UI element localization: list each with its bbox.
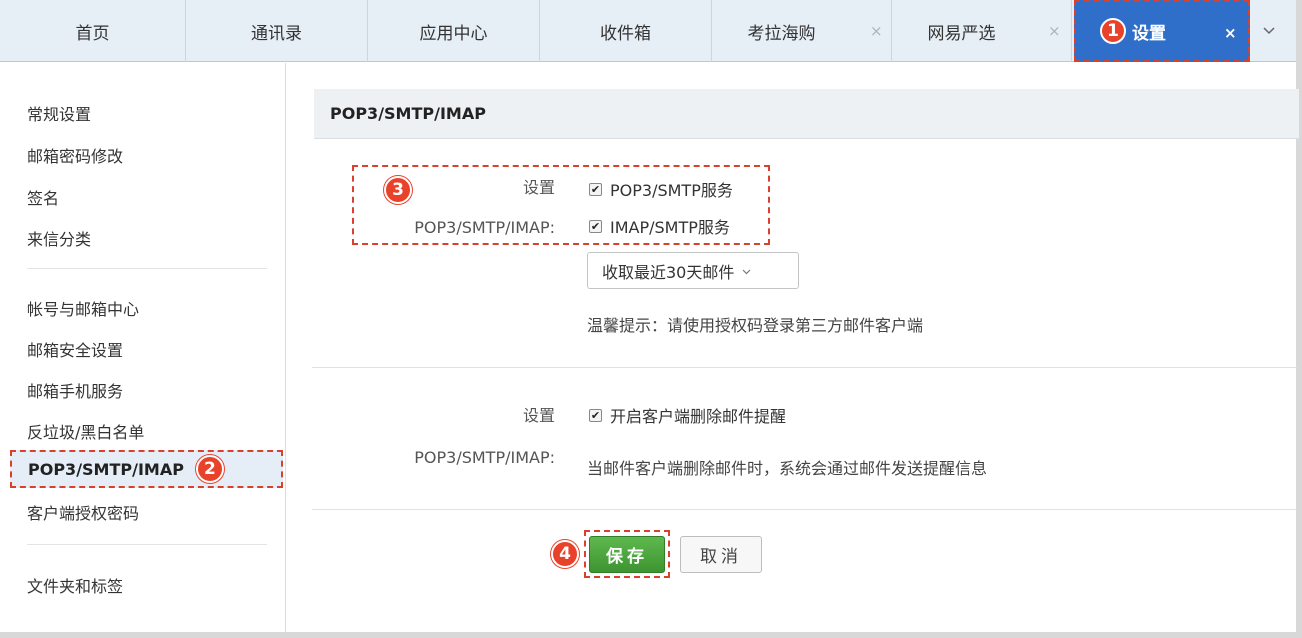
sidebar-item-mobile[interactable]: 邮箱手机服务 (27, 378, 123, 402)
save-button[interactable]: 保存 (589, 536, 665, 573)
sidebar-item-signature[interactable]: 签名 (27, 185, 59, 209)
setting-label: 设置 (522, 406, 555, 425)
tab-label: 通讯录 (251, 23, 302, 44)
sidebar-item-general[interactable]: 常规设置 (27, 101, 91, 125)
sidebar-item-filters[interactable]: 来信分类 (27, 226, 91, 250)
tab-bar: 首页 通讯录 应用中心 收件箱 考拉海购 × 网易严选 × 1 设置 × (0, 0, 1296, 62)
sidebar-divider (27, 268, 267, 269)
close-icon[interactable]: × (870, 22, 883, 40)
setting-label: POP3/SMTP/IMAP: (414, 218, 555, 237)
sidebar-item-password[interactable]: 邮箱密码修改 (27, 143, 123, 167)
chevron-down-icon (742, 264, 751, 278)
section-divider (312, 367, 1297, 368)
sidebar-divider (27, 544, 267, 545)
section-divider (312, 509, 1297, 510)
tab-yanxuan[interactable]: 网易严选 × (892, 0, 1072, 62)
settings-sidebar: 常规设置 邮箱密码修改 签名 来信分类 帐号与邮箱中心 邮箱安全设置 邮箱手机服… (0, 63, 286, 632)
tab-settings[interactable]: 1 设置 × (1074, 0, 1250, 62)
tab-label: 网易严选 (927, 23, 996, 44)
tab-label: 首页 (75, 23, 110, 44)
tab-kaola[interactable]: 考拉海购 × (712, 0, 892, 62)
tab-label: 应用中心 (419, 23, 488, 44)
step-badge: 4 (551, 540, 579, 568)
checkbox-icon: ✔ (589, 219, 602, 233)
sidebar-item-pop3[interactable]: POP3/SMTP/IMAP 2 (10, 450, 283, 488)
setting-label: 设置 (522, 178, 555, 197)
app-window: 首页 通讯录 应用中心 收件箱 考拉海购 × 网易严选 × 1 设置 × 常规设… (0, 0, 1302, 638)
delete-reminder-checkbox[interactable]: ✔ 开启客户端删除邮件提醒 (589, 403, 786, 427)
description-text: 当邮件客户端删除邮件时，系统会通过邮件发送提醒信息 (587, 459, 988, 478)
step-badge: 1 (1100, 18, 1126, 44)
checkbox-label: 开启客户端删除邮件提醒 (610, 407, 787, 426)
sidebar-item-security[interactable]: 邮箱安全设置 (27, 337, 123, 361)
fetch-range-select[interactable]: 收取最近30天邮件 (587, 252, 799, 289)
tab-inbox[interactable]: 收件箱 (540, 0, 712, 62)
sidebar-item-auth-code[interactable]: 客户端授权密码 (27, 500, 139, 524)
close-icon[interactable]: × (1224, 24, 1237, 42)
tab-label: 设置 (1132, 23, 1166, 44)
step-badge: 2 (195, 455, 224, 483)
cancel-button[interactable]: 取消 (680, 536, 762, 573)
checkbox-icon: ✔ (589, 182, 602, 196)
checkbox-icon: ✔ (589, 408, 602, 422)
sidebar-item-account-center[interactable]: 帐号与邮箱中心 (27, 296, 139, 320)
close-icon[interactable]: × (1048, 22, 1061, 40)
tab-label: 收件箱 (600, 23, 651, 44)
sidebar-item-antispam[interactable]: 反垃圾/黑白名单 (27, 419, 144, 443)
settings-main: POP3/SMTP/IMAP (287, 63, 1299, 632)
select-value: 收取最近30天邮件 (602, 262, 735, 282)
pop3-smtp-checkbox[interactable]: ✔ POP3/SMTP服务 (589, 177, 733, 201)
checkbox-label: IMAP/SMTP服务 (610, 218, 730, 237)
tab-label: 考拉海购 (747, 23, 816, 44)
sidebar-item-folders[interactable]: 文件夹和标签 (27, 573, 123, 597)
chevron-down-icon[interactable] (1254, 0, 1284, 62)
checkbox-label: POP3/SMTP服务 (610, 181, 733, 200)
sidebar-item-label: POP3/SMTP/IMAP (28, 459, 184, 479)
tab-home[interactable]: 首页 (0, 0, 186, 62)
step-badge: 3 (384, 176, 412, 204)
setting-label: POP3/SMTP/IMAP: (414, 448, 555, 467)
tab-contacts[interactable]: 通讯录 (186, 0, 368, 62)
imap-smtp-checkbox[interactable]: ✔ IMAP/SMTP服务 (589, 214, 730, 238)
section-title: POP3/SMTP/IMAP (314, 89, 1299, 139)
tab-app-center[interactable]: 应用中心 (368, 0, 540, 62)
tip-text: 温馨提示：请使用授权码登录第三方邮件客户端 (587, 316, 924, 335)
